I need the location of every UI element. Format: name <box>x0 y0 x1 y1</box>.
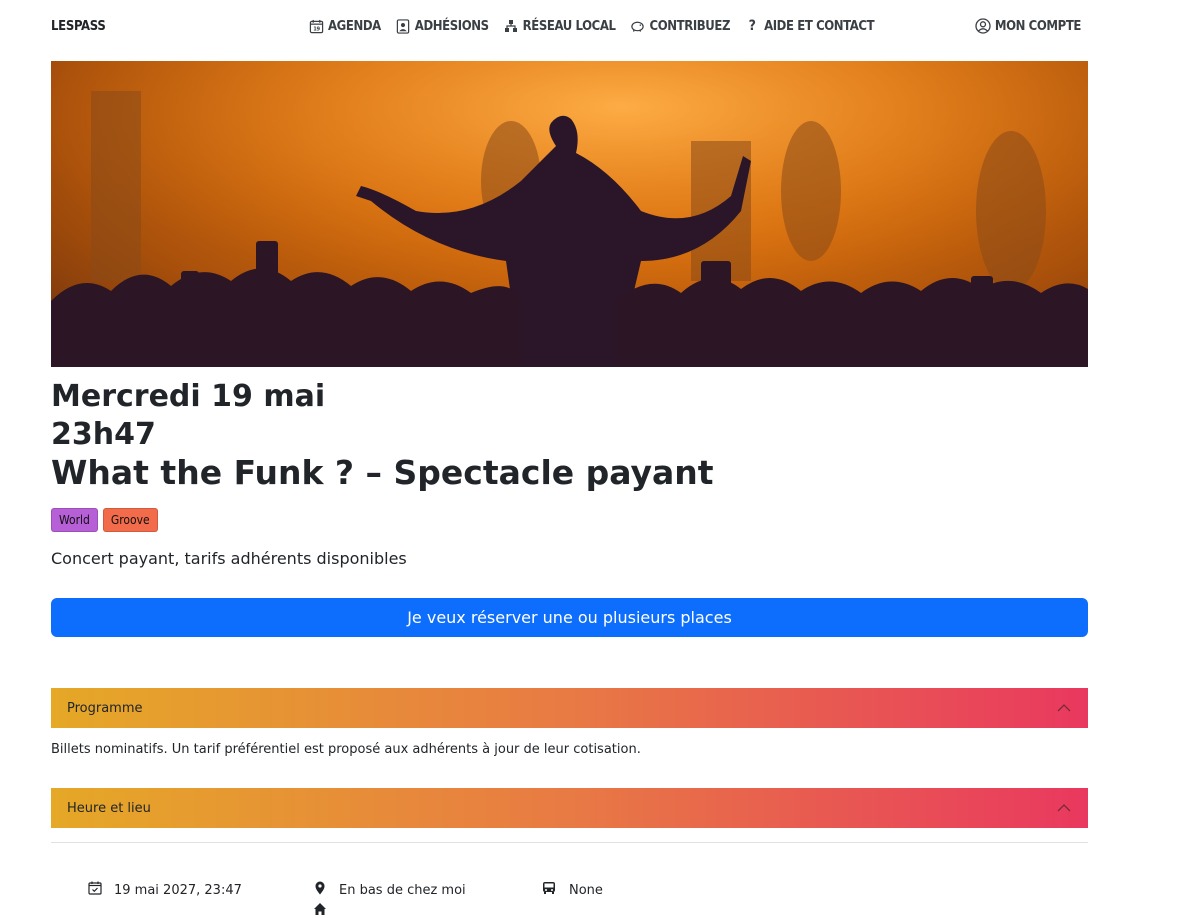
accordion-heure-lieu-header[interactable]: Heure et lieu <box>51 788 1088 828</box>
calendar-check-icon <box>88 881 102 899</box>
calendar-icon: 19 <box>308 18 324 34</box>
top-navbar: LESPASS 19 AGENDA ADHÉSIONS RÉSEAU LOCAL… <box>0 0 1197 56</box>
tag-list: World Groove <box>51 508 158 532</box>
nav-label-aide-contact: AIDE ET CONTACT <box>764 18 875 34</box>
accordion-programme-header[interactable]: Programme <box>51 688 1088 728</box>
network-icon <box>503 18 519 34</box>
hero-image <box>51 61 1088 367</box>
chevron-up-icon <box>1056 700 1072 716</box>
user-circle-icon <box>975 18 991 34</box>
tag-world[interactable]: World <box>51 508 98 532</box>
accordion-programme-body: Billets nominatifs. Un tarif préférentie… <box>51 742 641 757</box>
event-subtitle: Concert payant, tarifs adhérents disponi… <box>51 549 407 568</box>
nav-item-reseau-local[interactable]: RÉSEAU LOCAL <box>503 18 616 34</box>
event-transport-text: None <box>569 882 603 898</box>
nav-links: 19 AGENDA ADHÉSIONS RÉSEAU LOCAL CONTRIB… <box>308 18 875 34</box>
event-date: Mercredi 19 mai <box>51 379 326 414</box>
piggy-bank-icon <box>630 18 646 34</box>
nav-item-adhesions[interactable]: ADHÉSIONS <box>395 18 489 34</box>
event-location-info: En bas de chez moi <box>313 881 466 899</box>
chevron-up-icon <box>1056 800 1072 816</box>
account-link[interactable]: MON COMPTE <box>975 18 1081 34</box>
event-time: 23h47 <box>51 417 156 452</box>
event-datetime-info: 19 mai 2027, 23:47 <box>88 881 242 899</box>
account-label: MON COMPTE <box>994 18 1082 34</box>
nav-item-contribuez[interactable]: CONTRIBUEZ <box>630 18 731 34</box>
accordion-heure-lieu-title: Heure et lieu <box>67 800 151 816</box>
nav-label-reseau-local: RÉSEAU LOCAL <box>522 18 616 34</box>
divider <box>51 842 1088 843</box>
accordion-programme-title: Programme <box>67 700 143 716</box>
brand-logo[interactable]: LESPASS <box>51 19 106 34</box>
question-icon: ? <box>748 18 756 34</box>
member-card-icon <box>395 18 411 34</box>
map-pin-icon <box>313 881 327 899</box>
svg-text:19: 19 <box>313 26 320 32</box>
bus-icon <box>541 881 557 899</box>
nav-item-aide-contact[interactable]: ? AIDE ET CONTACT <box>744 18 875 34</box>
nav-label-adhesions: ADHÉSIONS <box>414 18 489 34</box>
nav-label-contribuez: CONTRIBUEZ <box>649 18 731 34</box>
event-location-text: En bas de chez moi <box>339 882 466 898</box>
reserve-button[interactable]: Je veux réserver une ou plusieurs places <box>51 598 1088 637</box>
event-datetime-text: 19 mai 2027, 23:47 <box>114 882 242 898</box>
event-title: What the Funk ? – Spectacle payant <box>51 453 714 492</box>
nav-label-agenda: AGENDA <box>328 18 381 34</box>
home-icon <box>313 901 327 915</box>
nav-item-agenda[interactable]: 19 AGENDA <box>308 18 381 34</box>
tag-groove[interactable]: Groove <box>102 508 158 532</box>
event-transport-info: None <box>541 881 603 899</box>
